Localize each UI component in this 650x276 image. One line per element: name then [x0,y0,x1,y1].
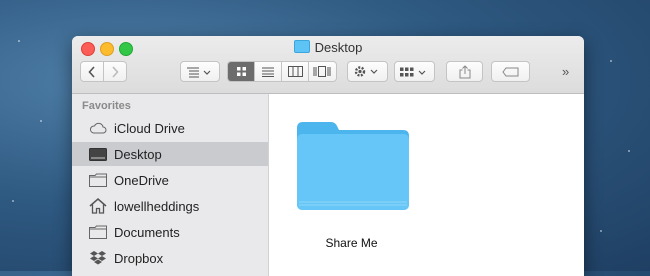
group-grid-icon [399,67,425,76]
sidebar-item-documents[interactable]: Documents [72,220,268,244]
folder-icon [88,172,108,188]
sidebar-item-onedrive[interactable]: OneDrive [72,168,268,192]
sidebar-item-home[interactable]: lowellheddings [72,194,268,218]
icon-view-button[interactable] [228,62,255,81]
folder-icon [293,40,310,53]
chevron-left-icon [88,65,95,78]
gear-icon [354,66,377,77]
arrange-button[interactable] [180,61,220,82]
window-title-area: Desktop [72,40,584,55]
share-icon [459,64,470,78]
toolbar-overflow-button[interactable]: » [562,64,569,79]
view-mode-group [227,61,337,82]
list-icon [262,67,274,77]
desktop-icon [88,146,108,162]
action-menu-button[interactable] [347,61,388,82]
sidebar: Favorites iCloud Drive Desktop OneDrive … [72,94,269,276]
folder-label[interactable]: Share Me [299,236,404,250]
forward-button[interactable] [103,61,127,82]
cover-flow-button[interactable] [309,62,336,81]
sidebar-item-label: Dropbox [114,250,164,266]
window-title: Desktop [314,40,363,55]
star-speck [12,200,14,202]
cover-flow-icon [313,66,331,77]
cloud-icon [88,120,108,136]
home-icon [88,198,108,214]
finder-window: Desktop » Favorites iCloud Drive Desktop… [72,36,584,276]
arrange-icon [187,67,211,77]
sidebar-item-desktop[interactable]: Desktop [72,142,268,166]
dropbox-icon [88,250,108,266]
star-speck [600,230,602,232]
sidebar-item-label: Documents [114,224,180,240]
list-view-button[interactable] [255,62,282,81]
share-button[interactable] [446,61,483,82]
tag-icon [501,67,518,76]
star-speck [610,60,612,62]
star-speck [40,120,42,122]
sidebar-item-label: Desktop [114,146,162,162]
sidebar-section-title: Favorites [82,100,131,112]
sidebar-item-label: OneDrive [114,172,169,188]
file-browser-content: Share Me [269,94,584,276]
sidebar-item-dropbox[interactable]: Dropbox [72,246,268,270]
title-bar: Desktop » [72,36,584,94]
group-by-button[interactable] [394,61,435,82]
star-speck [628,150,630,152]
chevron-right-icon [112,65,119,78]
column-view-button[interactable] [282,62,309,81]
tag-button[interactable] [491,61,530,82]
sidebar-item-label: lowellheddings [114,198,200,214]
back-button[interactable] [80,61,104,82]
columns-icon [287,66,303,77]
folder-item[interactable] [295,120,411,212]
star-speck [18,40,20,42]
folder-icon [88,224,108,240]
grid-icon [236,67,246,76]
folder-icon [297,122,409,210]
sidebar-item-label: iCloud Drive [114,120,185,136]
sidebar-item-icloud-drive[interactable]: iCloud Drive [72,116,268,140]
